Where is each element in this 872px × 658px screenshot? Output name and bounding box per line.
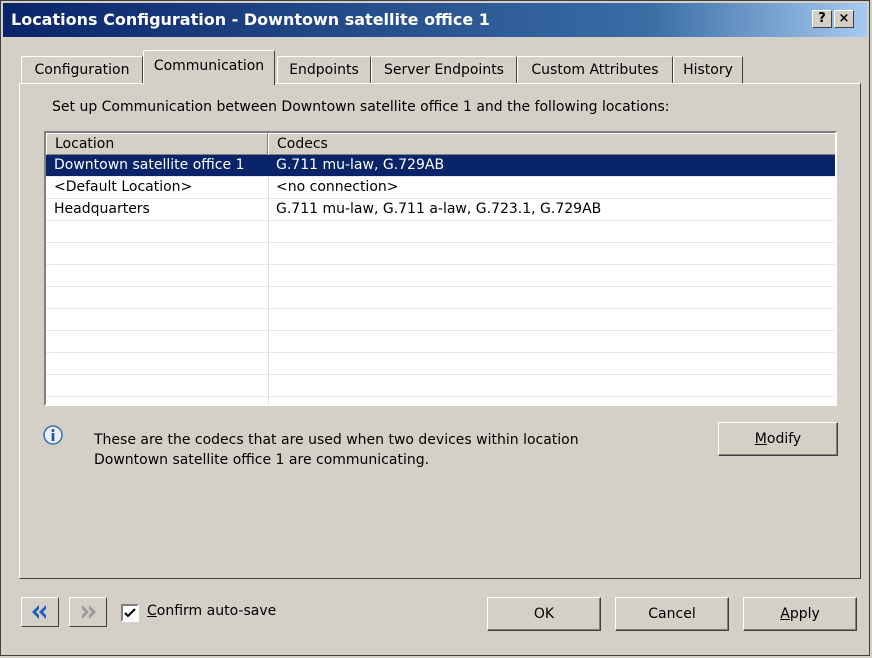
column-header-location[interactable]: Location [46, 133, 268, 155]
help-button[interactable]: ? [812, 10, 832, 28]
tab-endpoints[interactable]: Endpoints [277, 56, 371, 84]
confirm-label-rest: onfirm auto-save [156, 603, 277, 619]
back-button[interactable] [21, 597, 59, 627]
ok-button[interactable]: OK [487, 597, 601, 631]
title-bar[interactable]: Locations Configuration - Downtown satel… [3, 3, 867, 37]
tab-configuration[interactable]: Configuration [21, 56, 143, 84]
modify-label-rest: odify [766, 431, 802, 447]
tab-custom-attributes[interactable]: Custom Attributes [517, 56, 673, 84]
confirm-autosave-label[interactable]: Confirm auto-save [147, 603, 276, 619]
row-location: Headquarters [54, 201, 150, 217]
intro-text: Set up Communication between Downtown sa… [52, 99, 670, 115]
row-codecs: G.711 mu-law, G.711 a-law, G.723.1, G.72… [276, 201, 602, 217]
list-header: Location Codecs [46, 133, 835, 155]
info-line-1: These are the codecs that are used when … [94, 432, 579, 448]
apply-button[interactable]: Apply [743, 597, 857, 631]
empty-row [46, 309, 835, 331]
info-message: These are the codecs that are used when … [94, 430, 579, 470]
double-right-arrow-icon [82, 605, 96, 619]
window-title: Locations Configuration - Downtown satel… [11, 10, 490, 29]
tab-history[interactable]: History [673, 56, 743, 84]
locations-list[interactable]: Location Codecs Downtown satellite offic… [44, 131, 837, 406]
column-header-codecs[interactable]: Codecs [268, 133, 835, 155]
modify-button[interactable]: Modify [718, 422, 838, 456]
table-row[interactable]: <Default Location> <no connection> [46, 177, 835, 199]
confirm-autosave-checkbox[interactable] [121, 604, 139, 622]
empty-row [46, 353, 835, 375]
info-icon [43, 425, 63, 445]
close-button[interactable]: × [834, 10, 854, 28]
apply-mnemonic: A [780, 606, 790, 622]
communication-panel: Set up Communication between Downtown sa… [19, 83, 861, 579]
dialog-window: Locations Configuration - Downtown satel… [0, 0, 870, 656]
forward-button[interactable] [69, 597, 107, 627]
empty-row [46, 243, 835, 265]
empty-row [46, 265, 835, 287]
empty-row [46, 287, 835, 309]
table-row[interactable]: Headquarters G.711 mu-law, G.711 a-law, … [46, 199, 835, 221]
empty-row [46, 221, 835, 243]
tab-server-endpoints[interactable]: Server Endpoints [371, 56, 517, 84]
empty-row [46, 375, 835, 397]
row-codecs: <no connection> [276, 179, 399, 195]
empty-row [46, 331, 835, 353]
modify-mnemonic: M [754, 431, 767, 447]
row-location: <Default Location> [54, 179, 193, 195]
cancel-button[interactable]: Cancel [615, 597, 729, 631]
table-row[interactable]: Downtown satellite office 1 G.711 mu-law… [46, 155, 835, 177]
info-line-2: Downtown satellite office 1 are communic… [94, 452, 430, 468]
confirm-mnemonic: C [147, 603, 157, 619]
row-location: Downtown satellite office 1 [54, 157, 245, 173]
double-left-arrow-icon [32, 605, 46, 619]
tab-communication[interactable]: Communication [143, 50, 275, 85]
checkmark-icon [124, 608, 136, 618]
apply-label-rest: pply [789, 606, 820, 622]
row-codecs: G.711 mu-law, G.729AB [276, 157, 445, 173]
